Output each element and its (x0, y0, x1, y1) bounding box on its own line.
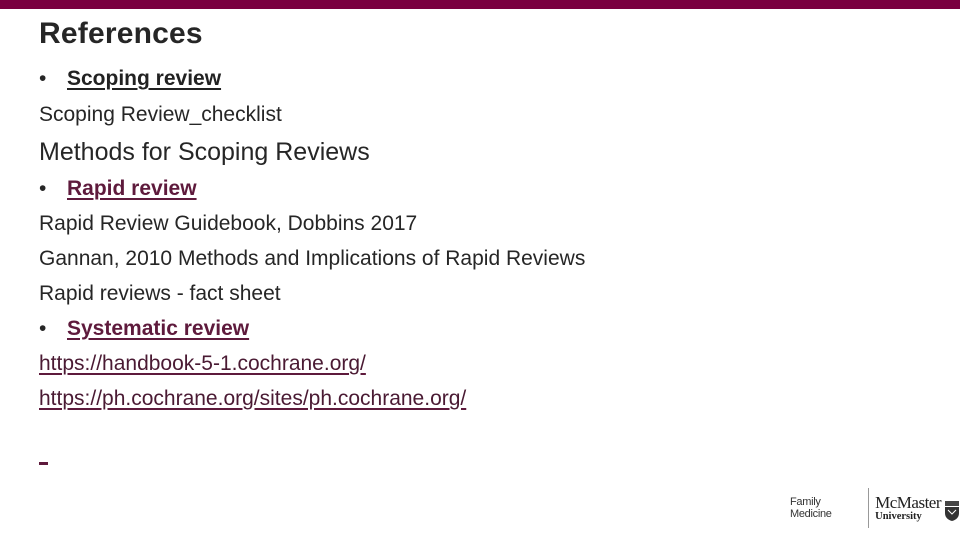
university-logo: McMaster University (875, 491, 960, 526)
scoping-checklist-item[interactable]: Scoping Review_checklist (39, 103, 282, 127)
cochrane-handbook-link-row: https://handbook-5-1.cochrane.org/ (39, 352, 366, 376)
bullet-icon: • (39, 67, 47, 90)
bullet-icon: • (39, 177, 47, 200)
rapid-guidebook-item[interactable]: Rapid Review Guidebook, Dobbins 2017 (39, 212, 417, 236)
scoping-review-link[interactable]: Scoping review (67, 67, 221, 90)
cochrane-ph-link-row: https://ph.cochrane.org/sites/ph.cochran… (39, 387, 466, 411)
scoping-methods-item[interactable]: Methods for Scoping Reviews (39, 138, 370, 166)
logo-divider (868, 488, 870, 528)
slide-title: References (39, 17, 203, 50)
rapid-gannan-item[interactable]: Gannan, 2010 Methods and Implications of… (39, 247, 585, 271)
university-sub: University (875, 510, 922, 522)
bullet-icon: • (39, 317, 47, 340)
footer-logo: Family Medicine McMaster University (790, 488, 960, 528)
rapid-factsheet-item[interactable]: Rapid reviews - fact sheet (39, 282, 281, 306)
cochrane-handbook-link[interactable]: https://handbook-5-1.cochrane.org/ (39, 352, 366, 375)
department-label: Family Medicine (790, 496, 832, 520)
stray-dash-mark (39, 462, 48, 465)
top-accent-bar (0, 0, 960, 9)
systematic-review-bullet: • Systematic review (39, 317, 249, 341)
crest-icon (944, 500, 960, 526)
rapid-review-link[interactable]: Rapid review (67, 177, 197, 200)
scoping-review-bullet: • Scoping review (39, 67, 221, 91)
systematic-review-link[interactable]: Systematic review (67, 317, 249, 340)
university-name: McMaster (875, 492, 941, 512)
cochrane-ph-link[interactable]: https://ph.cochrane.org/sites/ph.cochran… (39, 387, 466, 410)
rapid-review-bullet: • Rapid review (39, 177, 197, 201)
